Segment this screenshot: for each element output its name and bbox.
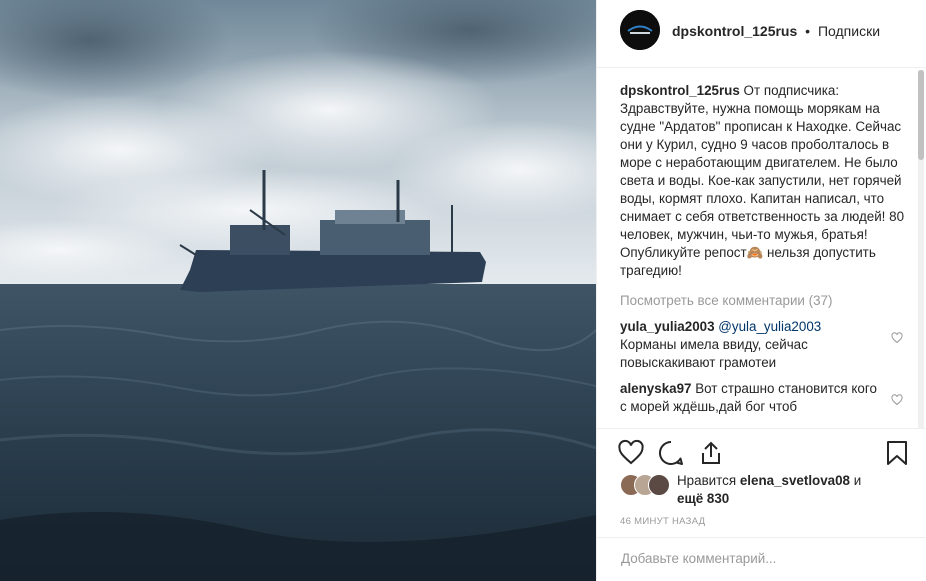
- post-header: dpskontrol_125rus • Подписки: [597, 0, 926, 68]
- following-button[interactable]: Подписки: [818, 23, 880, 39]
- add-comment-input[interactable]: [619, 550, 903, 567]
- likes-conj: и: [853, 473, 862, 488]
- bookmark-icon[interactable]: [883, 439, 911, 467]
- avatar[interactable]: [648, 474, 670, 496]
- avatar[interactable]: [620, 10, 660, 50]
- action-bar: [597, 428, 926, 476]
- post-photo[interactable]: [0, 0, 596, 581]
- likes-prefix: Нравится: [677, 473, 737, 488]
- view-all-comments-link[interactable]: Посмотреть все комментарии (37): [620, 292, 905, 310]
- comment-username[interactable]: yula_yulia2003: [620, 319, 715, 334]
- comments-section: dpskontrol_125rus От подписчика: Здравст…: [620, 82, 905, 428]
- header-separator: •: [805, 23, 811, 39]
- likes-user[interactable]: elena_svetlova08: [740, 473, 850, 488]
- comment-text: Корманы имела ввиду, сейчас повыскакиваю…: [620, 337, 808, 370]
- comment-like-icon[interactable]: [891, 332, 903, 344]
- caption: dpskontrol_125rus От подписчика: Здравст…: [620, 82, 905, 280]
- comment-item: yula_yulia2003 @yula_yulia2003 Корманы и…: [620, 318, 905, 372]
- header-username[interactable]: dpskontrol_125rus: [672, 23, 797, 39]
- ship-at-sea-image: [0, 0, 596, 581]
- share-icon[interactable]: [697, 439, 725, 467]
- likes-text: Нравится elena_svetlova08 и ещё 830: [677, 472, 907, 508]
- heart-icon[interactable]: [617, 439, 645, 467]
- comment-icon[interactable]: [657, 439, 685, 467]
- post-sidebar: dpskontrol_125rus • Подписки dpskontrol_…: [596, 0, 926, 581]
- header-text: dpskontrol_125rus • Подписки: [672, 22, 880, 40]
- comment-mention[interactable]: @yula_yulia2003: [718, 319, 821, 334]
- comments-scrollbar[interactable]: [918, 70, 924, 428]
- add-comment-bar: [597, 537, 926, 581]
- instagram-post-view: dpskontrol_125rus • Подписки dpskontrol_…: [0, 0, 926, 581]
- comment-item: alenyska97 Вот страшно становится кого с…: [620, 380, 905, 416]
- comment-like-icon[interactable]: [891, 394, 903, 406]
- comment-username[interactable]: alenyska97: [620, 381, 691, 396]
- post-timestamp[interactable]: 46 МИНУТ НАЗАД: [620, 516, 705, 527]
- liker-avatars: [620, 474, 672, 496]
- likes-more[interactable]: ещё 830: [677, 491, 729, 506]
- scrollbar-thumb[interactable]: [918, 70, 924, 160]
- caption-text: От подписчика: Здравствуйте, нужна помощ…: [620, 83, 905, 278]
- caption-username[interactable]: dpskontrol_125rus: [620, 83, 740, 98]
